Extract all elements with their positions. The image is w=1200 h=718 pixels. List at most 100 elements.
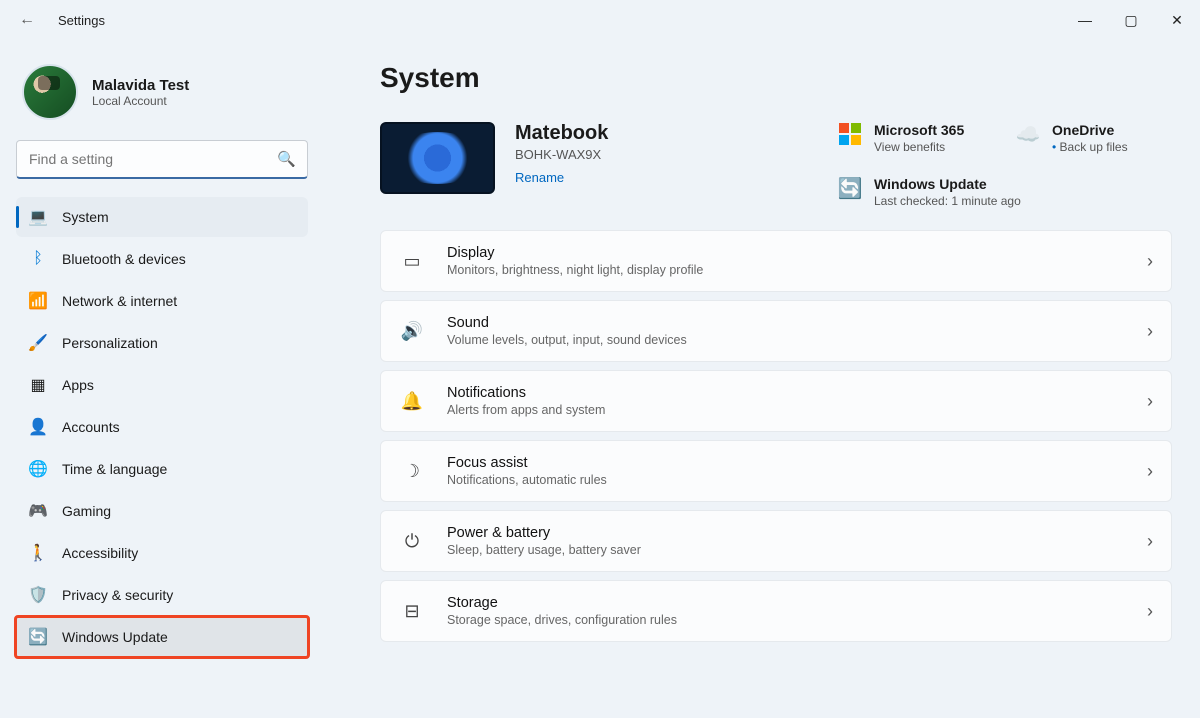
update-icon: 🔄	[838, 176, 862, 200]
chevron-right-icon: ›	[1147, 321, 1153, 342]
chevron-right-icon: ›	[1147, 601, 1153, 622]
onedrive-icon: ☁️	[1016, 122, 1040, 146]
nav-item-windows-update[interactable]: 🔄 Windows Update	[16, 617, 308, 657]
back-button[interactable]: ←	[14, 11, 40, 29]
nav-label: Network & internet	[62, 293, 177, 309]
search-icon: 🔍	[277, 150, 296, 168]
brush-icon: 🖌️	[28, 333, 48, 353]
nav-label: Gaming	[62, 503, 111, 519]
nav-item-apps[interactable]: ▦ Apps	[16, 365, 308, 405]
m365-sub: View benefits	[874, 140, 964, 154]
card-sound[interactable]: 🔊 Sound Volume levels, output, input, so…	[380, 300, 1172, 362]
nav-list: 💻 System ᛒ Bluetooth & devices 📶 Network…	[16, 197, 308, 657]
sidebar: Malavida Test Local Account 🔍 💻 System ᛒ…	[0, 40, 320, 718]
account-name: Malavida Test	[92, 77, 189, 94]
cloud-column: Microsoft 365 View benefits ☁️ OneDrive …	[838, 122, 1172, 208]
page-heading: System	[380, 62, 1172, 94]
device-name: Matebook	[515, 122, 608, 145]
account-block[interactable]: Malavida Test Local Account	[22, 64, 308, 120]
card-sub: Alerts from apps and system	[447, 403, 1125, 417]
globe-icon: 🌐	[28, 459, 48, 479]
accounts-icon: 👤	[28, 417, 48, 437]
device-row: Matebook BOHK-WAX9X Rename Microsoft 365…	[380, 122, 1172, 208]
window-title: Settings	[58, 13, 105, 28]
nav-item-network[interactable]: 📶 Network & internet	[16, 281, 308, 321]
close-button[interactable]: ✕	[1154, 0, 1200, 40]
card-title: Power & battery	[447, 525, 1125, 541]
nav-item-time-language[interactable]: 🌐 Time & language	[16, 449, 308, 489]
wifi-icon: 📶	[28, 291, 48, 311]
nav-label: Privacy & security	[62, 587, 173, 603]
card-sub: Storage space, drives, configuration rul…	[447, 613, 1125, 627]
minimize-button[interactable]: —	[1062, 0, 1108, 40]
maximize-button[interactable]: ▢	[1108, 0, 1154, 40]
titlebar: ← Settings — ▢ ✕	[0, 0, 1200, 40]
main-pane: System Matebook BOHK-WAX9X Rename Micros…	[320, 40, 1200, 718]
windows-update-item[interactable]: 🔄 Windows Update Last checked: 1 minute …	[838, 176, 1166, 208]
onedrive-item[interactable]: ☁️ OneDrive Back up files	[1016, 122, 1166, 154]
device-thumbnail	[380, 122, 495, 194]
storage-icon: ⊟	[399, 601, 425, 622]
bell-icon: 🔔	[399, 391, 425, 412]
nav-item-gaming[interactable]: 🎮 Gaming	[16, 491, 308, 531]
nav-label: Personalization	[62, 335, 158, 351]
bluetooth-icon: ᛒ	[28, 249, 48, 269]
nav-label: Accessibility	[62, 545, 138, 561]
window-controls: — ▢ ✕	[1062, 0, 1200, 40]
card-sub: Volume levels, output, input, sound devi…	[447, 333, 1125, 347]
card-focus-assist[interactable]: ☽ Focus assist Notifications, automatic …	[380, 440, 1172, 502]
card-sub: Notifications, automatic rules	[447, 473, 1125, 487]
system-icon: 💻	[28, 207, 48, 227]
chevron-right-icon: ›	[1147, 531, 1153, 552]
card-display[interactable]: ▭ Display Monitors, brightness, night li…	[380, 230, 1172, 292]
card-title: Sound	[447, 315, 1125, 331]
chevron-right-icon: ›	[1147, 251, 1153, 272]
sound-icon: 🔊	[399, 321, 425, 342]
power-icon: ⏻	[399, 531, 425, 552]
rename-link[interactable]: Rename	[515, 170, 608, 185]
card-storage[interactable]: ⊟ Storage Storage space, drives, configu…	[380, 580, 1172, 642]
microsoft-365-icon	[838, 122, 862, 146]
nav-item-privacy[interactable]: 🛡️ Privacy & security	[16, 575, 308, 615]
nav-item-system[interactable]: 💻 System	[16, 197, 308, 237]
nav-label: Time & language	[62, 461, 167, 477]
card-title: Focus assist	[447, 455, 1125, 471]
search-box[interactable]: 🔍	[16, 140, 308, 179]
shield-icon: 🛡️	[28, 585, 48, 605]
account-type: Local Account	[92, 94, 189, 108]
search-input[interactable]	[16, 140, 308, 179]
display-icon: ▭	[399, 251, 425, 272]
update-icon: 🔄	[28, 627, 48, 647]
nav-label: Bluetooth & devices	[62, 251, 186, 267]
card-sub: Monitors, brightness, night light, displ…	[447, 263, 1125, 277]
accessibility-icon: 🚶	[28, 543, 48, 563]
device-model: BOHK-WAX9X	[515, 147, 608, 162]
wu-sub: Last checked: 1 minute ago	[874, 194, 1021, 208]
card-title: Storage	[447, 595, 1125, 611]
avatar	[22, 64, 78, 120]
gaming-icon: 🎮	[28, 501, 48, 521]
nav-item-bluetooth[interactable]: ᛒ Bluetooth & devices	[16, 239, 308, 279]
nav-item-accounts[interactable]: 👤 Accounts	[16, 407, 308, 447]
nav-label: Apps	[62, 377, 94, 393]
apps-icon: ▦	[28, 375, 48, 395]
nav-label: System	[62, 209, 109, 225]
chevron-right-icon: ›	[1147, 461, 1153, 482]
microsoft-365-item[interactable]: Microsoft 365 View benefits	[838, 122, 988, 154]
wu-title: Windows Update	[874, 176, 1021, 192]
nav-item-personalization[interactable]: 🖌️ Personalization	[16, 323, 308, 363]
onedrive-title: OneDrive	[1052, 122, 1128, 138]
m365-title: Microsoft 365	[874, 122, 964, 138]
card-sub: Sleep, battery usage, battery saver	[447, 543, 1125, 557]
nav-label: Windows Update	[62, 629, 168, 645]
nav-item-accessibility[interactable]: 🚶 Accessibility	[16, 533, 308, 573]
onedrive-sub: Back up files	[1052, 140, 1128, 154]
device-info: Matebook BOHK-WAX9X Rename	[515, 122, 608, 185]
card-title: Notifications	[447, 385, 1125, 401]
nav-label: Accounts	[62, 419, 120, 435]
card-title: Display	[447, 245, 1125, 261]
chevron-right-icon: ›	[1147, 391, 1153, 412]
card-power-battery[interactable]: ⏻ Power & battery Sleep, battery usage, …	[380, 510, 1172, 572]
moon-icon: ☽	[399, 461, 425, 482]
card-notifications[interactable]: 🔔 Notifications Alerts from apps and sys…	[380, 370, 1172, 432]
